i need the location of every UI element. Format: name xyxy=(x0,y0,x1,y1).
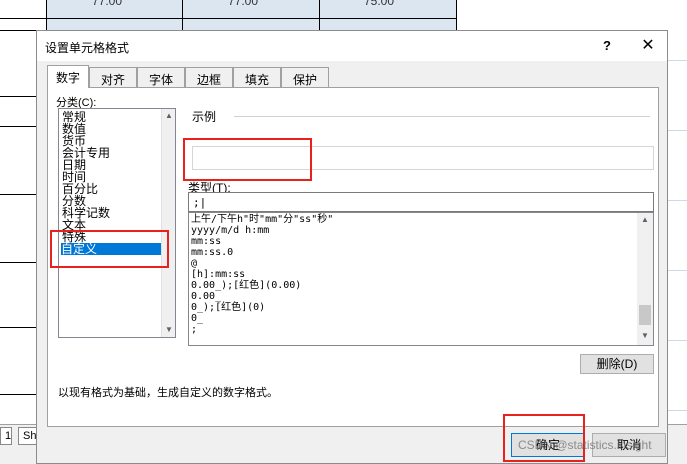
sample-label: 示例 xyxy=(192,110,217,124)
tab-number[interactable]: 数字 xyxy=(47,65,89,88)
format-code-item[interactable]: 0.00_ xyxy=(191,292,221,302)
grid-line xyxy=(668,410,687,411)
grid-line xyxy=(0,394,36,395)
scroll-down-icon[interactable]: ▼ xyxy=(640,331,650,341)
cell-value[interactable]: 77.00 xyxy=(228,0,258,8)
category-list[interactable]: 常规 数值 货币 会计专用 日期 时间 百分比 分数 科学记数 文本 特殊 自定… xyxy=(58,108,176,338)
custom-category-highlight xyxy=(50,230,169,268)
format-code-item[interactable]: [h]:mm:ss xyxy=(191,270,245,280)
dialog-titlebar[interactable]: 设置单元格格式 ? ✕ xyxy=(37,31,667,61)
tab-protection[interactable]: 保护 xyxy=(281,67,329,87)
grid-line xyxy=(0,327,36,328)
grid-line xyxy=(668,60,687,61)
delete-button[interactable]: 删除(D) xyxy=(580,354,654,374)
scroll-up-icon[interactable]: ▲ xyxy=(640,215,650,225)
grid-line xyxy=(0,96,36,97)
grid-line xyxy=(0,18,456,19)
format-code-item[interactable]: 0_ xyxy=(191,314,203,324)
grid-line xyxy=(182,0,183,30)
tab-border[interactable]: 边框 xyxy=(185,67,233,87)
format-code-item[interactable]: yyyy/m/d h:mm xyxy=(191,226,269,236)
format-code-item[interactable]: mm:ss xyxy=(191,237,221,247)
cell-value[interactable]: 75.00 xyxy=(364,0,394,8)
grid-line xyxy=(668,340,687,341)
dialog-title: 设置单元格格式 xyxy=(45,41,130,55)
sheet-nav[interactable]: 1 xyxy=(0,427,12,445)
grid-line xyxy=(0,194,36,195)
tab-font[interactable]: 字体 xyxy=(137,67,185,87)
format-code-item[interactable]: 0_);[红色](0) xyxy=(191,303,265,313)
format-scrollbar[interactable]: ▲ ▼ xyxy=(637,213,653,345)
format-code-item[interactable]: 上午/下午h"时"mm"分"ss"秒" xyxy=(191,215,333,225)
format-code-list[interactable]: 上午/下午h"时"mm"分"ss"秒" yyyy/m/d h:mm mm:ss … xyxy=(188,212,654,346)
format-code-item[interactable]: 0.00_);[红色](0.00) xyxy=(191,281,301,291)
watermark: CSDN @statistics.insight xyxy=(518,438,652,452)
grid-line xyxy=(0,262,36,263)
sample-divider xyxy=(234,116,650,117)
format-code-item[interactable]: mm:ss.0 xyxy=(191,248,233,258)
scrollbar-thumb[interactable] xyxy=(639,305,651,325)
close-button[interactable]: ✕ xyxy=(637,35,659,57)
help-button[interactable]: ? xyxy=(597,36,617,56)
grid-line xyxy=(0,30,36,31)
grid-line xyxy=(456,0,457,30)
format-code-item[interactable]: ; xyxy=(191,325,197,335)
custom-format-description: 以现有格式为基础，生成自定义的数字格式。 xyxy=(58,387,278,399)
grid-line xyxy=(668,130,687,131)
grid-line xyxy=(668,270,687,271)
grid-line xyxy=(0,126,36,127)
type-input[interactable]: ;| xyxy=(188,192,654,212)
grid-line xyxy=(668,200,687,201)
type-input-highlight xyxy=(183,138,312,181)
category-scrollbar[interactable]: ▲ ▼ xyxy=(161,109,175,337)
scroll-down-icon[interactable]: ▼ xyxy=(164,325,174,335)
format-code-item[interactable]: @ xyxy=(191,259,197,269)
grid-line xyxy=(319,0,320,30)
scroll-up-icon[interactable]: ▲ xyxy=(164,111,174,121)
tab-fill[interactable]: 填充 xyxy=(233,67,281,87)
cell-value[interactable]: 77.00 xyxy=(92,0,122,8)
tab-alignment[interactable]: 对齐 xyxy=(89,67,137,87)
